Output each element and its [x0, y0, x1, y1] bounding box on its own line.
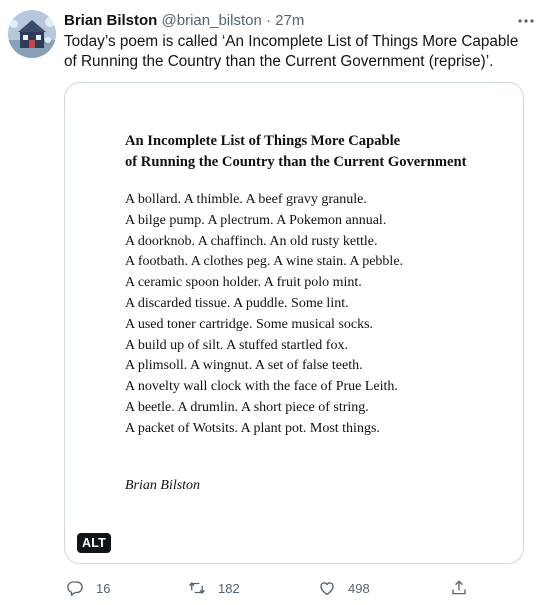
poem-title-line: An Incomplete List of Things More Capabl… [125, 133, 401, 149]
display-name[interactable]: Brian Bilston [64, 12, 157, 29]
tweet: Brian Bilston @brian_bilston · 27m Today… [0, 0, 550, 605]
poem-line: A bollard. A thimble. A beef gravy granu… [125, 192, 367, 207]
timestamp[interactable]: 27m [275, 12, 304, 29]
poem-line: A ceramic spoon holder. A fruit polo min… [125, 275, 362, 291]
share-icon [452, 580, 466, 595]
poem-line: A packet of Wotsits. A plant pot. Most t… [125, 420, 380, 436]
poem-line: A doorknob. A chaffinch. An old rusty ke… [125, 233, 378, 249]
reply-count: 16 [96, 580, 111, 596]
poem-line: A discarded tissue. A puddle. Some lint. [125, 295, 349, 311]
retweet-button[interactable]: 182 [188, 576, 240, 600]
avatar-image [8, 10, 56, 58]
poem-line: A plimsoll. A wingnut. A set of false te… [125, 358, 363, 374]
alt-text-badge[interactable]: ALT [77, 533, 111, 553]
poem-title: An Incomplete List of Things More Capabl… [125, 131, 466, 173]
poem-line: A used toner cartridge. Some musical soc… [125, 316, 374, 332]
reply-icon [67, 581, 83, 596]
tweet-actions: 16 182 498 [64, 576, 494, 600]
separator-dot: · [265, 12, 271, 29]
user-handle[interactable]: @brian_bilston [162, 12, 262, 29]
poem-title-line: of Running the Country than the Current … [125, 154, 467, 170]
tweet-media-image[interactable]: An Incomplete List of Things More Capabl… [64, 82, 524, 564]
poem-line: A bilge pump. A plectrum. A Pokemon annu… [125, 212, 387, 228]
reply-button[interactable]: 16 [66, 576, 110, 600]
like-count: 498 [348, 580, 370, 596]
poem-lines: A bollard. A thimble. A beef gravy granu… [125, 190, 466, 440]
poem-author: Brian Bilston [125, 477, 201, 493]
avatar[interactable] [8, 10, 56, 58]
poem-line: A beetle. A drumlin. A short piece of st… [125, 399, 369, 415]
poem-line: A build up of silt. A stuffed startled f… [125, 337, 348, 353]
more-options-icon[interactable] [516, 12, 536, 30]
like-button[interactable]: 498 [318, 576, 370, 600]
retweet-icon [188, 582, 206, 594]
poem: An Incomplete List of Things More Capabl… [125, 131, 466, 496]
poem-line: A footbath. A clothes peg. A wine stain.… [125, 254, 404, 270]
poem-line: A novelty wall clock with the face of Pr… [125, 379, 398, 395]
tweet-text: Today’s poem is called ‘An Incomplete Li… [64, 33, 519, 70]
retweet-count: 182 [218, 580, 240, 596]
share-button[interactable] [450, 576, 468, 600]
tweet-header: Brian Bilston @brian_bilston · 27m [64, 11, 538, 31]
like-icon [320, 582, 334, 596]
